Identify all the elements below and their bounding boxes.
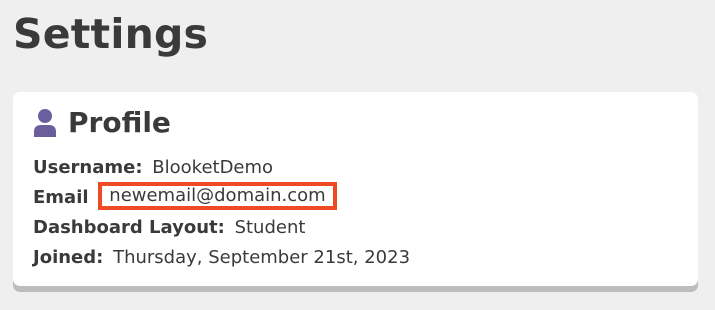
username-row: Username: BlooketDemo: [33, 153, 410, 183]
profile-card: Profile Username: BlooketDemo Email newe…: [13, 92, 698, 286]
joined-value: Thursday, September 21st, 2023: [113, 247, 411, 268]
dashboard-layout-value: Student: [234, 217, 306, 238]
dashboard-layout-row: Dashboard Layout: Student: [33, 213, 410, 243]
settings-page: Settings Profile Username: BlooketDemo E…: [0, 0, 715, 310]
profile-card-title: Profile: [68, 106, 171, 139]
page-title: Settings: [13, 10, 209, 58]
profile-card-header: Profile: [33, 108, 171, 138]
email-label: Email: [33, 187, 89, 208]
joined-row: Joined: Thursday, September 21st, 2023: [33, 243, 410, 273]
email-row: Email newemail@domain.com: [33, 182, 410, 213]
profile-details: Username: BlooketDemo Email newemail@dom…: [33, 153, 410, 273]
user-icon: [33, 108, 57, 138]
dashboard-layout-label: Dashboard Layout:: [33, 217, 225, 238]
joined-label: Joined:: [33, 247, 104, 268]
username-label: Username:: [33, 157, 143, 178]
username-value: BlooketDemo: [152, 157, 274, 178]
email-value: newemail@domain.com: [98, 182, 337, 210]
